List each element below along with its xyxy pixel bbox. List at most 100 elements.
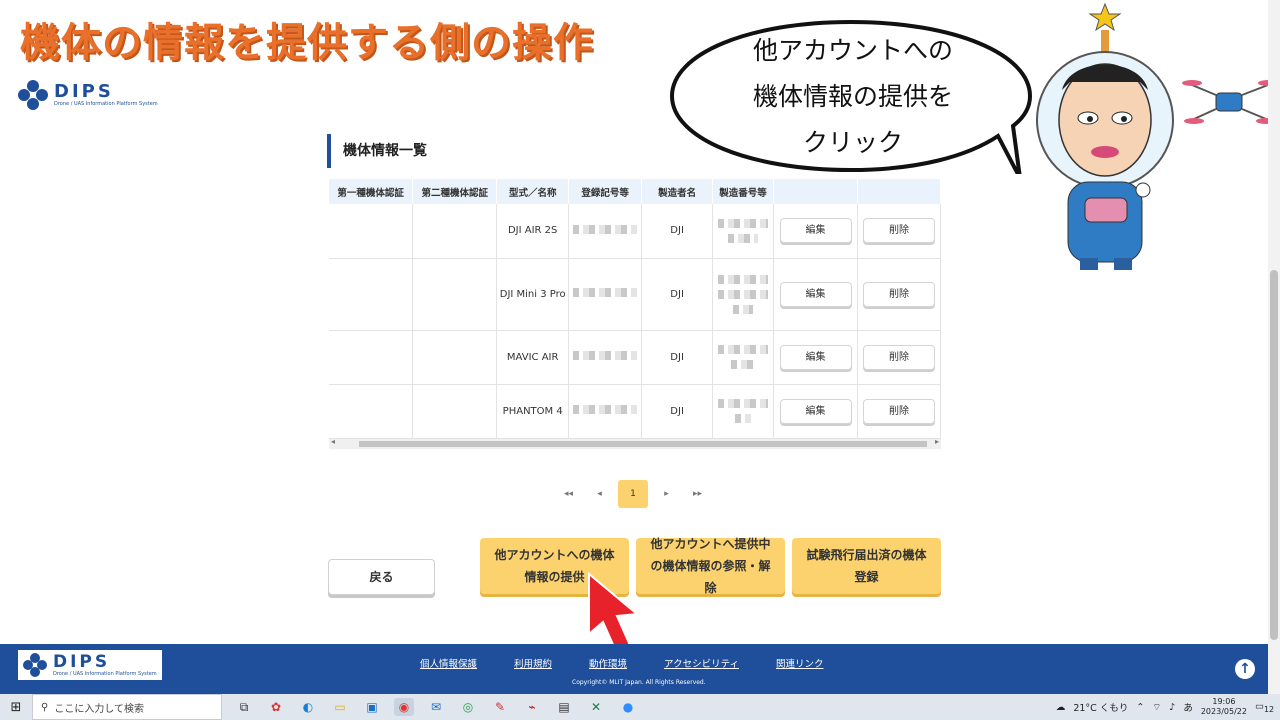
next-page-button[interactable]: ▸	[654, 480, 679, 508]
cell-delete: 削除	[857, 258, 942, 331]
cell-type1-cert	[329, 384, 414, 439]
notification-icon[interactable]: ▭12	[1255, 701, 1274, 714]
scrollbar-thumb[interactable]	[359, 441, 927, 447]
cell-maker: DJI	[641, 384, 714, 439]
search-icon: ⚲	[41, 701, 49, 713]
drone-illustration	[1182, 80, 1278, 124]
edit-button[interactable]: 編集	[779, 281, 852, 307]
first-page-button[interactable]: ◂◂	[556, 480, 581, 508]
cell-serial-redacted	[712, 258, 775, 331]
back-button[interactable]: 戻る	[328, 559, 435, 595]
windows-start-icon[interactable]: ⊞	[0, 700, 32, 715]
footer-dips-logo[interactable]: DIPS Drone / UAS Information Platform Sy…	[18, 650, 162, 680]
dips-logo[interactable]: DIPS Drone / UAS Information Platform Sy…	[18, 80, 158, 110]
scroll-to-top-icon[interactable]: ↑	[1235, 659, 1255, 679]
current-page-button[interactable]: 1	[618, 480, 648, 508]
table-row: DJI Mini 3 Pro DJI 編集 削除	[329, 258, 942, 331]
view-provided-info-button[interactable]: 他アカウントへ提供中の機体情報の参照・解除	[636, 537, 785, 595]
footer-link-terms[interactable]: 利用規約	[514, 656, 552, 670]
scroll-left-arrow-icon[interactable]: ◂	[331, 437, 335, 446]
footer-link-environment[interactable]: 動作環境	[589, 656, 627, 670]
ime-indicator[interactable]: あ	[1183, 700, 1193, 714]
cell-serial-redacted	[712, 330, 775, 385]
cell-type2-cert	[412, 384, 498, 439]
cell-type1-cert	[329, 330, 414, 385]
cell-serial-redacted	[712, 204, 775, 259]
clock-time: 19:06	[1212, 697, 1236, 706]
edit-button[interactable]: 編集	[779, 344, 852, 370]
table-row: PHANTOM 4 DJI 編集 削除	[329, 384, 942, 439]
app-icon[interactable]: ✿	[266, 698, 286, 716]
zoom-icon[interactable]: ●	[618, 698, 638, 716]
column-header: 製造番号等	[712, 179, 775, 204]
app-icon[interactable]: ✎	[490, 698, 510, 716]
cell-model: PHANTOM 4	[496, 384, 570, 439]
cell-edit: 編集	[773, 330, 858, 385]
cell-model: DJI Mini 3 Pro	[496, 258, 570, 331]
column-header	[857, 179, 942, 204]
astronaut-mascot-illustration	[1036, 2, 1174, 270]
footer-link-privacy[interactable]: 個人情報保護	[420, 656, 477, 670]
cell-type2-cert	[412, 204, 498, 259]
scroll-right-arrow-icon[interactable]: ▸	[935, 437, 939, 446]
cell-maker: DJI	[641, 330, 714, 385]
footer-link-accessibility[interactable]: アクセシビリティ	[664, 656, 739, 670]
edge-browser-icon[interactable]: ◐	[298, 698, 318, 716]
table-header-row: 第一種機体認証 第二種機体認証 型式／名称 登録記号等 製造者名 製造番号等	[329, 179, 942, 204]
delete-button[interactable]: 削除	[862, 281, 935, 307]
table-horizontal-scrollbar[interactable]: ◂ ▸	[329, 437, 941, 449]
cell-registration-redacted	[568, 258, 643, 331]
dips-logo-mark-icon	[18, 80, 48, 110]
cell-edit: 編集	[773, 258, 858, 331]
volume-icon[interactable]: ♪	[1169, 702, 1175, 713]
cell-type1-cert	[329, 204, 414, 259]
scrollbar-thumb[interactable]	[1270, 270, 1278, 640]
mail-icon[interactable]: ✉	[426, 698, 446, 716]
store-icon[interactable]: ▣	[362, 698, 382, 716]
register-test-flight-aircraft-button[interactable]: 試験飛行届出済の機体登録	[792, 538, 941, 594]
column-header: 第一種機体認証	[329, 179, 414, 204]
delete-button[interactable]: 削除	[862, 398, 935, 424]
cell-registration-redacted	[568, 384, 643, 439]
cell-registration-redacted	[568, 204, 643, 259]
cell-delete: 削除	[857, 204, 942, 259]
weather-icon: ☁	[1055, 701, 1066, 713]
footer-link-related[interactable]: 関連リンク	[776, 656, 824, 670]
weather-status[interactable]: 21°C くもり	[1073, 700, 1128, 714]
logo-tagline: Drone / UAS Information Platform System	[53, 671, 157, 677]
network-icon[interactable]: ⌔	[1152, 702, 1161, 713]
cell-type2-cert	[412, 330, 498, 385]
callout-text: 他アカウントへの 機体情報の提供を クリック	[700, 28, 1006, 166]
column-header: 製造者名	[641, 179, 714, 204]
excel-icon[interactable]: ✕	[586, 698, 606, 716]
delete-button[interactable]: 削除	[862, 218, 935, 244]
sticky-notes-icon[interactable]: ▤	[554, 698, 574, 716]
logo-wordmark: DIPS	[53, 652, 111, 672]
tray-overflow-icon[interactable]: ⌃	[1136, 702, 1144, 713]
taskbar-search[interactable]: ⚲ ここに入力して検索	[32, 694, 222, 720]
clock[interactable]: 19:06 2023/05/22	[1201, 697, 1247, 717]
edit-button[interactable]: 編集	[779, 218, 852, 244]
edit-button[interactable]: 編集	[779, 398, 852, 424]
callout-line: クリック	[802, 128, 903, 157]
cell-edit: 編集	[773, 384, 858, 439]
browser-icon[interactable]: ◎	[458, 698, 478, 716]
column-header: 第二種機体認証	[412, 179, 498, 204]
task-view-icon[interactable]: ⧉	[234, 698, 254, 716]
cell-type2-cert	[412, 258, 498, 331]
page-vertical-scrollbar[interactable]	[1268, 0, 1280, 694]
delete-button[interactable]: 削除	[862, 344, 935, 370]
chrome-browser-icon[interactable]: ◉	[394, 698, 414, 716]
prev-page-button[interactable]: ◂	[587, 480, 612, 508]
cell-model: DJI AIR 2S	[496, 204, 570, 259]
acrobat-icon[interactable]: ⌁	[522, 698, 542, 716]
dips-logo-mark-icon	[23, 653, 47, 677]
cell-type1-cert	[329, 258, 414, 331]
cell-delete: 削除	[857, 384, 942, 439]
section-title: 機体情報一覧	[327, 134, 707, 168]
cell-serial-redacted	[712, 384, 775, 439]
cell-maker: DJI	[641, 258, 714, 331]
last-page-button[interactable]: ▸▸	[685, 480, 710, 508]
file-explorer-icon[interactable]: ▭	[330, 698, 350, 716]
clock-date: 2023/05/22	[1200, 707, 1247, 716]
